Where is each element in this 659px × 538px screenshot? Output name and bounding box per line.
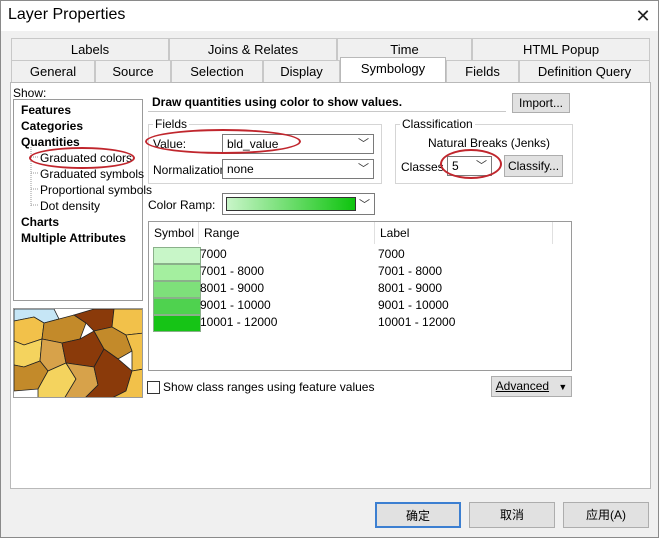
tab-label: Time bbox=[390, 42, 419, 57]
fields-group-title: Fields bbox=[153, 117, 190, 131]
chevron-down-icon: ﹀ bbox=[358, 163, 369, 175]
value-field-value: bld_value bbox=[227, 137, 279, 151]
tab-labels[interactable]: Labels bbox=[11, 38, 169, 60]
class-swatch[interactable] bbox=[153, 281, 201, 298]
tab-label: Source bbox=[112, 64, 154, 79]
tab-definition-query[interactable]: Definition Query bbox=[519, 60, 650, 82]
apply-button[interactable]: 应用(A) bbox=[563, 502, 649, 528]
color-ramp-preview bbox=[226, 197, 356, 211]
tree-connector-lines bbox=[30, 147, 39, 207]
classes-value: 5 bbox=[452, 159, 459, 173]
chevron-down-icon: ﹀ bbox=[476, 160, 487, 172]
cancel-button[interactable]: 取消 bbox=[469, 502, 555, 528]
tab-label: Labels bbox=[70, 42, 110, 57]
color-ramp-label: Color Ramp: bbox=[148, 198, 216, 212]
ok-button[interactable]: 确定 bbox=[375, 502, 461, 528]
show-class-ranges-checkbox[interactable] bbox=[147, 381, 160, 394]
normalization-label: Normalization: bbox=[153, 163, 230, 177]
color-ramp-select[interactable]: ﹀ bbox=[222, 193, 375, 215]
tab-label: Fields bbox=[465, 64, 500, 79]
classes-select[interactable]: 5 ﹀ bbox=[447, 156, 492, 176]
class-swatch[interactable] bbox=[153, 315, 201, 332]
class-label[interactable]: 7000 bbox=[378, 247, 405, 262]
tab-joins-relates[interactable]: Joins & Relates bbox=[169, 38, 337, 60]
class-label[interactable]: 9001 - 10000 bbox=[378, 298, 449, 313]
tab-label: Definition Query bbox=[537, 64, 632, 79]
import-button[interactable]: Import... bbox=[512, 93, 570, 113]
tab-general[interactable]: General bbox=[11, 60, 95, 82]
tree-item-multiple-attributes[interactable]: Multiple Attributes bbox=[21, 231, 126, 245]
tab-label: Symbology bbox=[360, 61, 426, 76]
class-range[interactable]: 10001 - 12000 bbox=[200, 315, 277, 330]
dropdown-arrow-icon: ▼ bbox=[558, 382, 568, 392]
normalization-value: none bbox=[227, 162, 254, 176]
tab-source[interactable]: Source bbox=[95, 60, 171, 82]
value-label: Value: bbox=[153, 137, 187, 151]
classes-label: Classes bbox=[401, 160, 444, 174]
title-bar[interactable]: Layer Properties ✕ bbox=[1, 1, 658, 31]
tab-display[interactable]: Display bbox=[263, 60, 340, 82]
class-swatch[interactable] bbox=[153, 298, 201, 315]
chevron-down-icon: ﹀ bbox=[358, 138, 369, 150]
map-preview-image bbox=[14, 309, 142, 397]
symbol-class-table[interactable]: Symbol Range Label 7000 7000 7001 - 8000… bbox=[148, 221, 572, 371]
symbology-description: Draw quantities using color to show valu… bbox=[148, 92, 506, 112]
class-range[interactable]: 7001 - 8000 bbox=[200, 264, 264, 279]
tree-item-graduated-colors[interactable]: Graduated colors bbox=[40, 151, 133, 165]
chevron-down-icon: ﹀ bbox=[359, 199, 370, 211]
tab-selection[interactable]: Selection bbox=[171, 60, 263, 82]
class-label[interactable]: 8001 - 9000 bbox=[378, 281, 442, 296]
column-header-range[interactable]: Range bbox=[199, 222, 375, 244]
tab-fields[interactable]: Fields bbox=[446, 60, 519, 82]
advanced-button[interactable]: Advanced ▼ bbox=[491, 376, 572, 397]
column-header-symbol[interactable]: Symbol bbox=[149, 222, 199, 244]
tab-html-popup[interactable]: HTML Popup bbox=[472, 38, 650, 60]
tab-label: General bbox=[29, 64, 77, 79]
class-label[interactable]: 7001 - 8000 bbox=[378, 264, 442, 279]
close-icon[interactable]: ✕ bbox=[629, 3, 657, 29]
classify-button[interactable]: Classify... bbox=[504, 155, 563, 177]
tree-item-dot-density[interactable]: Dot density bbox=[40, 199, 100, 213]
show-label: Show: bbox=[13, 86, 47, 100]
advanced-button-label: Advanced bbox=[495, 379, 550, 393]
value-field-select[interactable]: bld_value ﹀ bbox=[222, 134, 374, 154]
tab-label: Display bbox=[280, 64, 323, 79]
show-class-ranges-label: Show class ranges using feature values bbox=[163, 380, 375, 394]
class-range[interactable]: 9001 - 10000 bbox=[200, 298, 271, 313]
classification-method: Natural Breaks (Jenks) bbox=[428, 136, 551, 150]
class-swatch[interactable] bbox=[153, 264, 201, 281]
class-range[interactable]: 7000 bbox=[200, 247, 227, 262]
column-header-label[interactable]: Label bbox=[375, 222, 553, 244]
tab-symbology[interactable]: Symbology bbox=[340, 57, 446, 82]
tree-item-proportional-symbols[interactable]: Proportional symbols bbox=[40, 183, 152, 197]
class-swatch[interactable] bbox=[153, 247, 201, 264]
normalization-select[interactable]: none ﹀ bbox=[222, 159, 374, 179]
class-range[interactable]: 8001 - 9000 bbox=[200, 281, 264, 296]
class-label[interactable]: 10001 - 12000 bbox=[378, 315, 455, 330]
tree-item-graduated-symbols[interactable]: Graduated symbols bbox=[40, 167, 144, 181]
tab-label: Joins & Relates bbox=[207, 42, 299, 57]
map-preview bbox=[13, 308, 143, 398]
tab-label: HTML Popup bbox=[522, 42, 600, 57]
window-title: Layer Properties bbox=[8, 6, 126, 23]
classification-group-title: Classification bbox=[400, 117, 475, 131]
tab-label: Selection bbox=[190, 64, 244, 79]
